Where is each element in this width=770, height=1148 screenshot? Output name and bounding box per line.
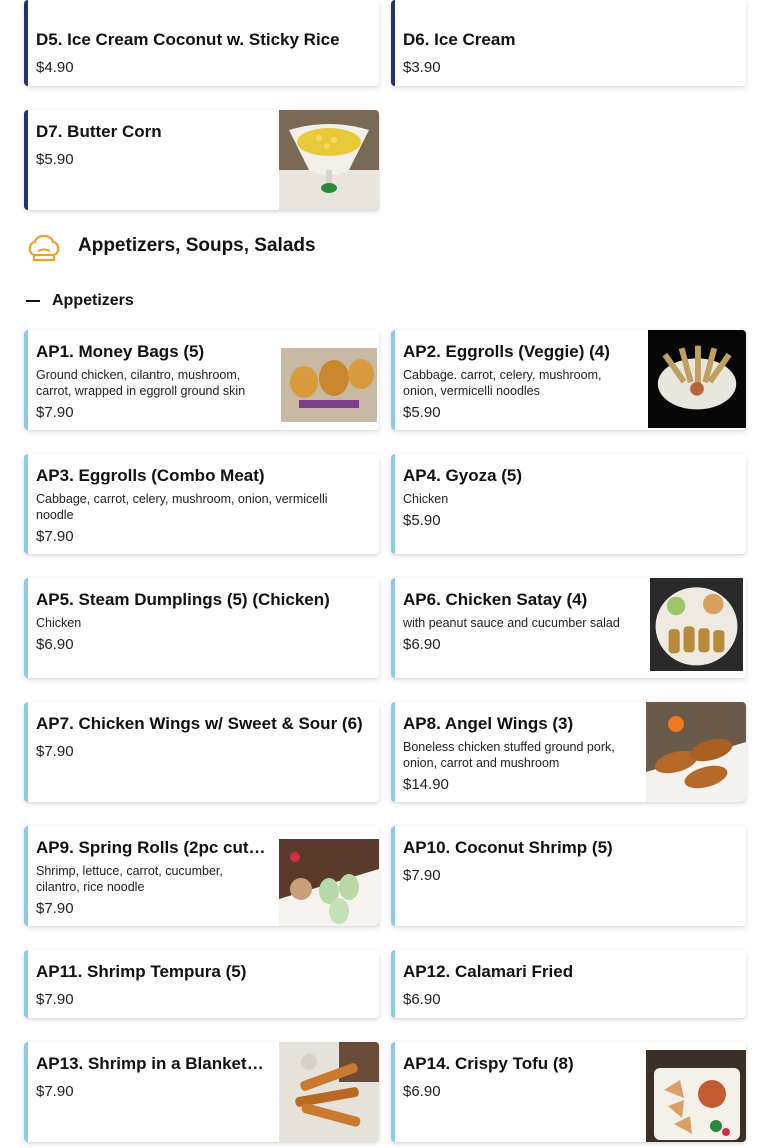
- menu-item-d5[interactable]: D5. Ice Cream Coconut w. Sticky Rice $4.…: [24, 0, 379, 86]
- item-name: AP3. Eggrolls (Combo Meat): [36, 466, 265, 485]
- menu-item-ap9[interactable]: AP9. Spring Rolls (2pc cut t... Shrimp, …: [24, 826, 379, 926]
- item-price: $7.90: [36, 1083, 74, 1100]
- item-name: AP1. Money Bags (5): [36, 342, 205, 361]
- item-description: Chicken: [403, 492, 449, 506]
- item-price: $6.90: [36, 636, 74, 653]
- menu-item-ap2[interactable]: AP2. Eggrolls (Veggie) (4) Cabbage. carr…: [391, 330, 746, 430]
- item-name: AP4. Gyoza (5): [403, 466, 523, 485]
- item-price: $5.90: [403, 512, 441, 529]
- item-price: $4.90: [36, 59, 74, 76]
- menu-item-ap8[interactable]: AP8. Angel Wings (3) Boneless chicken st…: [391, 702, 746, 802]
- menu-item-ap10[interactable]: AP10. Coconut Shrimp (5) $7.90: [391, 826, 746, 926]
- section-header-appetizers-soups-salads: Appetizers, Soups, Salads: [26, 228, 316, 264]
- accent-bar: [391, 826, 395, 926]
- item-price: $7.90: [36, 404, 74, 421]
- item-name: AP2. Eggrolls (Veggie) (4): [403, 342, 610, 361]
- accent-bar: [24, 826, 28, 926]
- angel-wings-photo: [646, 702, 746, 802]
- menu-item-ap5[interactable]: AP5. Steam Dumplings (5) (Chicken) Chick…: [24, 578, 379, 678]
- accent-bar: [391, 0, 395, 86]
- collapse-dash-icon: [26, 300, 40, 302]
- menu-item-ap12[interactable]: AP12. Calamari Fried $6.90: [391, 950, 746, 1018]
- accent-bar: [24, 330, 28, 430]
- subsection-label: Appetizers: [52, 292, 134, 309]
- accent-bar: [24, 702, 28, 802]
- butter-corn-photo: [279, 110, 379, 210]
- item-name: AP8. Angel Wings (3): [403, 714, 574, 733]
- item-price: $5.90: [36, 151, 74, 168]
- menu-item-ap13[interactable]: AP13. Shrimp in a Blanket (6) $7.90: [24, 1042, 379, 1142]
- item-description: Boneless chicken stuffed ground pork, on…: [403, 740, 615, 770]
- item-price: $7.90: [36, 900, 74, 917]
- item-name: AP12. Calamari Fried: [403, 962, 574, 981]
- item-name: AP14. Crispy Tofu (8): [403, 1054, 574, 1073]
- item-price: $7.90: [36, 528, 74, 545]
- item-price: $3.90: [403, 59, 441, 76]
- item-price: $7.90: [403, 867, 441, 884]
- item-name: AP5. Steam Dumplings (5) (Chicken): [36, 590, 330, 609]
- menu-item-ap7[interactable]: AP7. Chicken Wings w/ Sweet & Sour (6) $…: [24, 702, 379, 802]
- menu-item-ap11[interactable]: AP11. Shrimp Tempura (5) $7.90: [24, 950, 379, 1018]
- item-price: $5.90: [403, 404, 441, 421]
- accent-bar: [24, 950, 28, 1018]
- accent-bar: [24, 1042, 28, 1142]
- item-price: $6.90: [403, 991, 441, 1008]
- accent-bar: [24, 454, 28, 554]
- accent-bar: [391, 1042, 395, 1142]
- item-description: Cabbage. carrot, celery, mushroom, onion…: [403, 368, 602, 398]
- accent-bar: [391, 454, 395, 554]
- item-name: D7. Butter Corn: [36, 122, 162, 141]
- item-price: $7.90: [36, 743, 74, 760]
- accent-bar: [391, 702, 395, 802]
- item-price: $6.90: [403, 1083, 441, 1100]
- item-name: D6. Ice Cream: [403, 30, 516, 49]
- chef-hat-icon: [28, 234, 60, 262]
- accent-bar: [391, 950, 395, 1018]
- accent-bar: [391, 330, 395, 430]
- item-description: Ground chicken, cilantro, mushroom, carr…: [36, 368, 246, 398]
- menu-item-d7[interactable]: D7. Butter Corn $5.90: [24, 110, 379, 210]
- accent-bar: [24, 110, 28, 210]
- menu-item-ap3[interactable]: AP3. Eggrolls (Combo Meat) Cabbage, carr…: [24, 454, 379, 554]
- section-title: Appetizers, Soups, Salads: [78, 235, 316, 256]
- menu-item-ap6[interactable]: AP6. Chicken Satay (4) with peanut sauce…: [391, 578, 746, 678]
- menu-item-ap14[interactable]: AP14. Crispy Tofu (8) $6.90: [391, 1042, 746, 1142]
- accent-bar: [24, 0, 28, 86]
- shrimp-in-blanket-photo: [279, 1042, 379, 1142]
- item-price: $14.90: [403, 776, 449, 793]
- chicken-satay-photo: [650, 578, 743, 671]
- item-name: AP7. Chicken Wings w/ Sweet & Sour (6): [36, 714, 363, 733]
- subsection-header[interactable]: Appetizers: [26, 292, 134, 310]
- crispy-tofu-photo: [646, 1050, 746, 1142]
- item-price: $7.90: [36, 991, 74, 1008]
- item-name: AP9. Spring Rolls (2pc cut t...: [36, 838, 267, 857]
- money-bags-photo: [279, 330, 379, 430]
- item-description: Cabbage, carrot, celery, mushroom, onion…: [36, 492, 328, 522]
- menu-item-d6[interactable]: D6. Ice Cream $3.90: [391, 0, 746, 86]
- accent-bar: [391, 578, 395, 678]
- accent-bar: [24, 578, 28, 678]
- item-name: AP11. Shrimp Tempura (5): [36, 962, 247, 981]
- item-name: AP6. Chicken Satay (4): [403, 590, 588, 609]
- eggrolls-veggie-photo: [648, 330, 746, 428]
- item-description: with peanut sauce and cucumber salad: [403, 616, 620, 630]
- item-name: D5. Ice Cream Coconut w. Sticky Rice: [36, 30, 340, 49]
- item-description: Shrimp, lettuce, carrot, cucumber, cilan…: [36, 864, 223, 894]
- item-name: AP10. Coconut Shrimp (5): [403, 838, 613, 857]
- item-description: Chicken: [36, 616, 82, 630]
- item-price: $6.90: [403, 636, 441, 653]
- menu-item-ap1[interactable]: AP1. Money Bags (5) Ground chicken, cila…: [24, 330, 379, 430]
- menu-item-ap4[interactable]: AP4. Gyoza (5) Chicken $5.90: [391, 454, 746, 554]
- item-name: AP13. Shrimp in a Blanket (6): [36, 1054, 267, 1073]
- spring-rolls-photo: [279, 839, 379, 926]
